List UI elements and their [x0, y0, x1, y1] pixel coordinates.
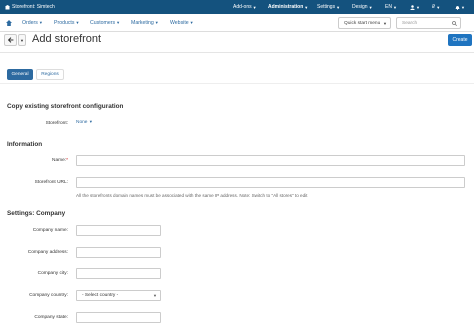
back-dropdown-button[interactable]: ▼	[18, 34, 26, 46]
menu-addons-label: Add-ons	[233, 4, 252, 10]
admin-topbar: Storefront: Simtech Add-ons ▼ Administrat…	[0, 0, 474, 14]
company-name-input[interactable]	[76, 225, 161, 236]
tab-regions[interactable]: Regions	[36, 69, 64, 80]
quick-start-menu[interactable]: Quick start menu ▼	[338, 17, 391, 29]
caret-down-icon: ▼	[304, 4, 309, 10]
nav-website[interactable]: Website ▼	[170, 20, 194, 26]
create-button[interactable]: Create	[448, 34, 472, 46]
nav-orders-label: Orders	[22, 19, 38, 26]
caret-down-icon: ▼	[38, 20, 43, 25]
help-menu[interactable]: ▼	[455, 5, 465, 10]
nav-customers-label: Customers	[90, 19, 116, 26]
arrow-left-icon	[7, 37, 14, 43]
caret-down-icon: ▼	[436, 4, 441, 10]
divider	[0, 52, 474, 53]
menu-administration-label: Administration	[268, 4, 304, 10]
caret-down-icon: ▼	[392, 4, 397, 10]
search-input[interactable]: Search	[396, 17, 461, 29]
nav-website-label: Website	[170, 19, 189, 26]
currency-menu[interactable]: ₽ ▼	[432, 4, 440, 10]
caret-down-icon: ▼	[383, 20, 387, 26]
company-country-value: - Select country -	[82, 293, 119, 298]
currency-label: ₽	[432, 4, 436, 10]
company-city-input[interactable]	[76, 268, 161, 279]
store-icon	[5, 4, 10, 10]
storefront-copy-value: None	[76, 120, 88, 125]
storefront-name: Storefront: Simtech	[12, 4, 55, 10]
section-information-title: Information	[7, 141, 43, 148]
menu-settings[interactable]: Settings ▼	[317, 4, 340, 10]
nav-orders[interactable]: Orders ▼	[22, 20, 43, 26]
company-country-label: Company country:	[29, 293, 68, 298]
storefront-label: Storefront:	[45, 121, 68, 126]
required-marker: *	[66, 158, 68, 163]
caret-down-icon: ▼	[116, 20, 121, 25]
tabs-divider	[0, 83, 474, 84]
company-city-label: Company city:	[37, 271, 68, 276]
caret-down-icon: ▼	[75, 20, 80, 25]
menu-design-label: Design	[352, 4, 368, 10]
caret-down-icon: ▼	[368, 4, 373, 10]
name-input[interactable]	[76, 155, 465, 166]
menu-language[interactable]: EN ▼	[385, 4, 397, 10]
nav-products[interactable]: Products ▼	[54, 20, 79, 26]
page-header: ▼ Add storefront	[0, 32, 474, 50]
name-label: Name:*	[20, 158, 68, 163]
caret-down-icon: ▼	[336, 4, 341, 10]
storefront-url-input[interactable]	[76, 177, 465, 188]
storefront-copy-select[interactable]: None ▼	[76, 119, 93, 125]
name-label-text: Name:	[51, 158, 67, 163]
caret-down-icon: ▼	[252, 4, 257, 10]
back-button[interactable]	[4, 34, 17, 46]
section-company-title: Settings: Company	[7, 210, 66, 217]
nav-marketing[interactable]: Marketing ▼	[131, 20, 159, 26]
caret-down-icon: ▼	[461, 4, 465, 10]
main-nav: Orders ▼ Products ▼ Customers ▼ Marketing ▼ …	[0, 14, 474, 32]
caret-down-icon: ▼	[20, 37, 24, 43]
caret-down-icon: ▼	[153, 293, 157, 298]
company-address-label: Company address:	[27, 250, 68, 255]
storefront-switcher[interactable]: Storefront: Simtech	[5, 4, 55, 10]
caret-down-icon: ▼	[189, 20, 194, 25]
user-menu[interactable]: ▼	[410, 5, 420, 10]
tab-general[interactable]: General	[7, 69, 33, 80]
user-icon	[410, 4, 415, 10]
storefront-url-hint: All the storefronts domain names must be…	[76, 193, 308, 198]
quick-start-label: Quick start menu	[344, 20, 381, 26]
caret-down-icon: ▼	[154, 20, 159, 25]
storefront-url-label: Storefront URL:	[34, 180, 68, 185]
nav-products-label: Products	[54, 19, 75, 26]
caret-down-icon: ▼	[416, 4, 420, 10]
home-icon[interactable]	[6, 19, 12, 26]
menu-administration[interactable]: Administration ▼	[268, 4, 308, 10]
search-placeholder: Search	[402, 20, 418, 26]
section-copy-title: Copy existing storefront configuration	[7, 103, 124, 110]
caret-down-icon: ▼	[88, 119, 93, 124]
company-address-input[interactable]	[76, 247, 161, 258]
page-title: Add storefront	[32, 33, 102, 45]
menu-addons[interactable]: Add-ons ▼	[233, 4, 257, 10]
nav-marketing-label: Marketing	[131, 19, 154, 26]
company-state-label: Company state:	[34, 315, 68, 320]
menu-language-label: EN	[385, 4, 392, 10]
company-state-input[interactable]	[76, 312, 161, 323]
company-name-label: Company name:	[32, 228, 68, 233]
nav-customers[interactable]: Customers ▼	[90, 20, 120, 26]
company-country-select[interactable]: - Select country - ▼	[76, 290, 161, 301]
menu-settings-label: Settings	[317, 4, 336, 10]
bell-icon	[455, 5, 460, 10]
menu-design[interactable]: Design ▼	[352, 4, 373, 10]
search-icon	[452, 20, 457, 26]
